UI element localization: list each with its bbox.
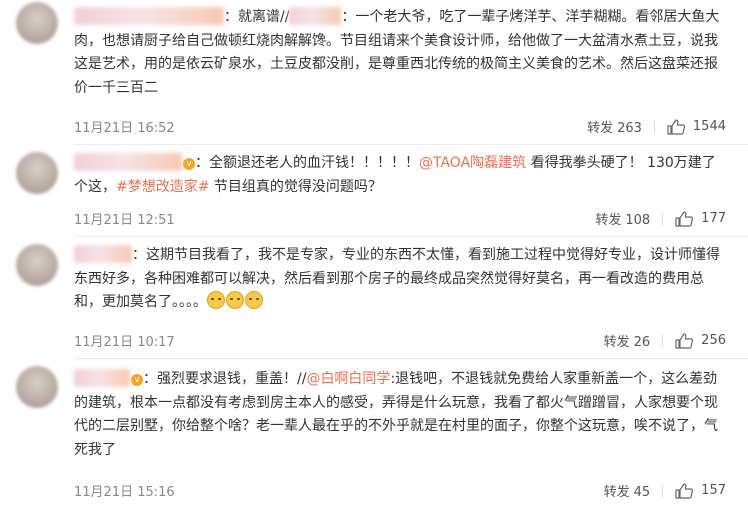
comment-actions: 转发 263 1544: [587, 117, 726, 136]
divider: [662, 484, 664, 497]
forward-button[interactable]: 转发 26: [604, 331, 651, 350]
comment-text: v ：全额退还老人的血汗钱！！！！！@TAOA陶磊建筑 看得我拳头硬了！ 130万…: [74, 153, 716, 195]
thumbs-up-icon[interactable]: [675, 210, 694, 227]
divider: [662, 212, 664, 225]
divider: [74, 236, 748, 237]
like-count: 256: [701, 333, 726, 348]
timestamp: 11月21日 10:17: [74, 335, 175, 350]
like-count: 157: [701, 483, 726, 498]
username[interactable]: [74, 7, 224, 25]
thumbs-up-icon[interactable]: [667, 118, 685, 135]
username[interactable]: [74, 369, 130, 387]
verified-badge-icon: v: [183, 158, 195, 170]
mention-link[interactable]: @白啊白同学: [306, 371, 390, 387]
comment-meta: 11月21日 10:17 转发 26 256: [74, 331, 726, 351]
username[interactable]: [74, 245, 132, 263]
timestamp: 11月21日 15:16: [74, 485, 175, 500]
comment-text: ：就离谱//：一个老大爷，吃了一辈子烤洋芋、洋芋糊糊。看邻居大鱼大肉，也想请厨子…: [74, 7, 720, 96]
verified-badge-icon: v: [131, 374, 143, 386]
forward-button[interactable]: 转发 45: [604, 481, 651, 500]
username[interactable]: [74, 153, 182, 171]
hashtag-link[interactable]: #梦想改造家#: [116, 179, 209, 195]
avatar[interactable]: [16, 152, 58, 194]
avatar[interactable]: [16, 366, 58, 408]
username[interactable]: [289, 7, 342, 25]
forward-button[interactable]: 转发 108: [595, 209, 650, 228]
divider: [653, 120, 655, 133]
thumbs-up-icon[interactable]: [675, 332, 694, 349]
forward-button[interactable]: 转发 263: [587, 117, 642, 136]
comment-meta: 11月21日 12:51 转发 108 177: [74, 209, 726, 229]
emoji-icon: [207, 291, 225, 309]
timestamp: 11月21日 16:52: [74, 121, 175, 136]
thumbs-up-icon[interactable]: [675, 482, 694, 499]
like-count: 1544: [692, 119, 726, 134]
avatar[interactable]: [16, 244, 58, 286]
like-count: 177: [701, 211, 726, 226]
emoji-icon: [226, 291, 244, 309]
comment-actions: 转发 26 256: [604, 331, 726, 350]
divider: [74, 358, 748, 359]
timestamp: 11月21日 12:51: [74, 213, 175, 228]
comment-meta: 11月21日 16:52 转发 263 1544: [74, 117, 726, 137]
comment-actions: 转发 45 157: [604, 481, 726, 500]
comment-actions: 转发 108 177: [595, 209, 726, 228]
mention-link[interactable]: @TAOA陶磊建筑: [419, 155, 526, 171]
avatar[interactable]: [16, 2, 58, 44]
comment-text: ：这期节目我看了，我不是专家，专业的东西不太懂，看到施工过程中觉得好专业，设计师…: [74, 245, 720, 310]
comment-text: v ：强烈要求退钱，重盖！//@白啊白同学:退钱吧，不退钱就免费给人家重新盖一个，…: [74, 369, 718, 458]
comment-meta: 11月21日 15:16 转发 45 157: [74, 481, 726, 501]
divider: [74, 144, 748, 145]
emoji-icon: [245, 291, 263, 309]
divider: [662, 334, 664, 347]
